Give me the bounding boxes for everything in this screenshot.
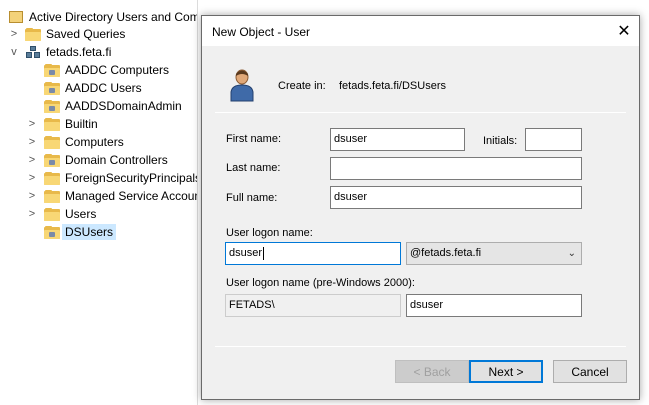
upn-suffix-value: @fetads.feta.fi [410, 247, 482, 259]
folder-icon [25, 27, 41, 41]
logon-name-value: dsuser [229, 247, 263, 259]
tree-item-foreign-security-principals[interactable]: > ForeignSecurityPrincipals [26, 169, 198, 187]
text-caret [263, 246, 265, 260]
last-name-field[interactable] [330, 157, 582, 180]
tree-item-label: fetads.feta.fi [46, 45, 112, 59]
tree-root[interactable]: Active Directory Users and Com [8, 8, 198, 26]
tree-item-label: AADDC Computers [65, 63, 170, 77]
full-name-field[interactable]: dsuser [330, 186, 582, 209]
folder-icon [44, 135, 60, 149]
tree-item-domain-controllers[interactable]: > Domain Controllers [26, 151, 168, 169]
folder-icon [44, 189, 60, 203]
full-name-label: Full name: [226, 192, 278, 204]
tree-item-dsusers[interactable]: DSUsers [44, 223, 117, 241]
tree-item-label: DSUsers [62, 224, 117, 240]
create-in-path: fetads.feta.fi/DSUsers [339, 80, 446, 92]
tree-item-saved-queries[interactable]: > Saved Queries [8, 25, 126, 43]
tree-item-label: Domain Controllers [65, 153, 168, 167]
ou-folder-icon [44, 225, 60, 239]
tree-item-aaddc-computers[interactable]: AADDC Computers [44, 61, 169, 79]
cancel-button[interactable]: Cancel [553, 360, 627, 383]
chevron-right-icon[interactable]: > [27, 151, 37, 169]
tree-item-label: AADDC Users [65, 81, 142, 95]
tree-root-label: Active Directory Users and Com [29, 10, 198, 24]
tree-item-users[interactable]: > Users [26, 205, 97, 223]
chevron-down-icon[interactable]: v [9, 43, 19, 61]
close-icon[interactable]: ✕ [609, 16, 639, 46]
tree-item-label: Users [65, 207, 97, 221]
next-button[interactable]: Next > [469, 360, 543, 383]
logon-name-label: User logon name: [226, 227, 313, 239]
tree-item-aaddc-users[interactable]: AADDC Users [44, 79, 142, 97]
pre2000-domain-field: FETADS\ [225, 294, 401, 317]
upn-suffix-dropdown[interactable]: @fetads.feta.fi ⌄ [406, 242, 582, 265]
create-in-label: Create in: [278, 80, 326, 92]
ou-folder-icon [44, 81, 60, 95]
snapin-icon [8, 10, 24, 24]
logon-name-field[interactable]: dsuser [225, 242, 401, 265]
tree-item-label: Managed Service Accounts [65, 189, 198, 203]
user-icon [230, 69, 254, 102]
first-name-label: First name: [226, 133, 282, 145]
initials-field[interactable] [525, 128, 582, 151]
chevron-right-icon[interactable]: > [27, 133, 37, 151]
chevron-right-icon[interactable]: > [27, 187, 37, 205]
dialog-title: New Object - User [212, 25, 311, 39]
first-name-field[interactable]: dsuser [330, 128, 465, 151]
tree-item-builtin[interactable]: > Builtin [26, 115, 98, 133]
pre2000-logon-field[interactable]: dsuser [406, 294, 582, 317]
tree-item-aaddsdomainadmin[interactable]: AADDSDomainAdmin [44, 97, 182, 115]
tree-item-label: AADDSDomainAdmin [65, 99, 182, 113]
chevron-right-icon[interactable]: > [27, 205, 37, 223]
dialog-titlebar: New Object - User ✕ [202, 16, 639, 46]
ou-folder-icon [44, 99, 60, 113]
chevron-right-icon[interactable]: > [9, 25, 19, 43]
separator [215, 112, 626, 113]
tree-item-label: Saved Queries [46, 27, 126, 41]
initials-label: Initials: [483, 135, 518, 147]
folder-icon [44, 171, 60, 185]
chevron-right-icon[interactable]: > [27, 169, 37, 187]
last-name-label: Last name: [226, 162, 281, 174]
tree-item-label: Builtin [65, 117, 98, 131]
tree-item-label: ForeignSecurityPrincipals [65, 171, 198, 185]
tree-item-managed-service-accounts[interactable]: > Managed Service Accounts [26, 187, 198, 205]
console-tree: Active Directory Users and Com > Saved Q… [0, 0, 198, 405]
folder-icon [44, 117, 60, 131]
tree-item-label: Computers [65, 135, 124, 149]
ou-folder-icon [44, 63, 60, 77]
tree-item-computers[interactable]: > Computers [26, 133, 124, 151]
chevron-down-icon: ⌄ [567, 248, 576, 259]
ou-folder-icon [44, 153, 60, 167]
pre2000-label: User logon name (pre-Windows 2000): [226, 277, 415, 289]
domain-icon [25, 45, 41, 59]
tree-item-domain[interactable]: v fetads.feta.fi [8, 43, 111, 61]
folder-icon [44, 207, 60, 221]
new-user-dialog: New Object - User ✕ Create in: fetads.fe… [201, 15, 640, 400]
separator [215, 346, 626, 347]
chevron-right-icon[interactable]: > [27, 115, 37, 133]
back-button[interactable]: < Back [395, 360, 469, 383]
